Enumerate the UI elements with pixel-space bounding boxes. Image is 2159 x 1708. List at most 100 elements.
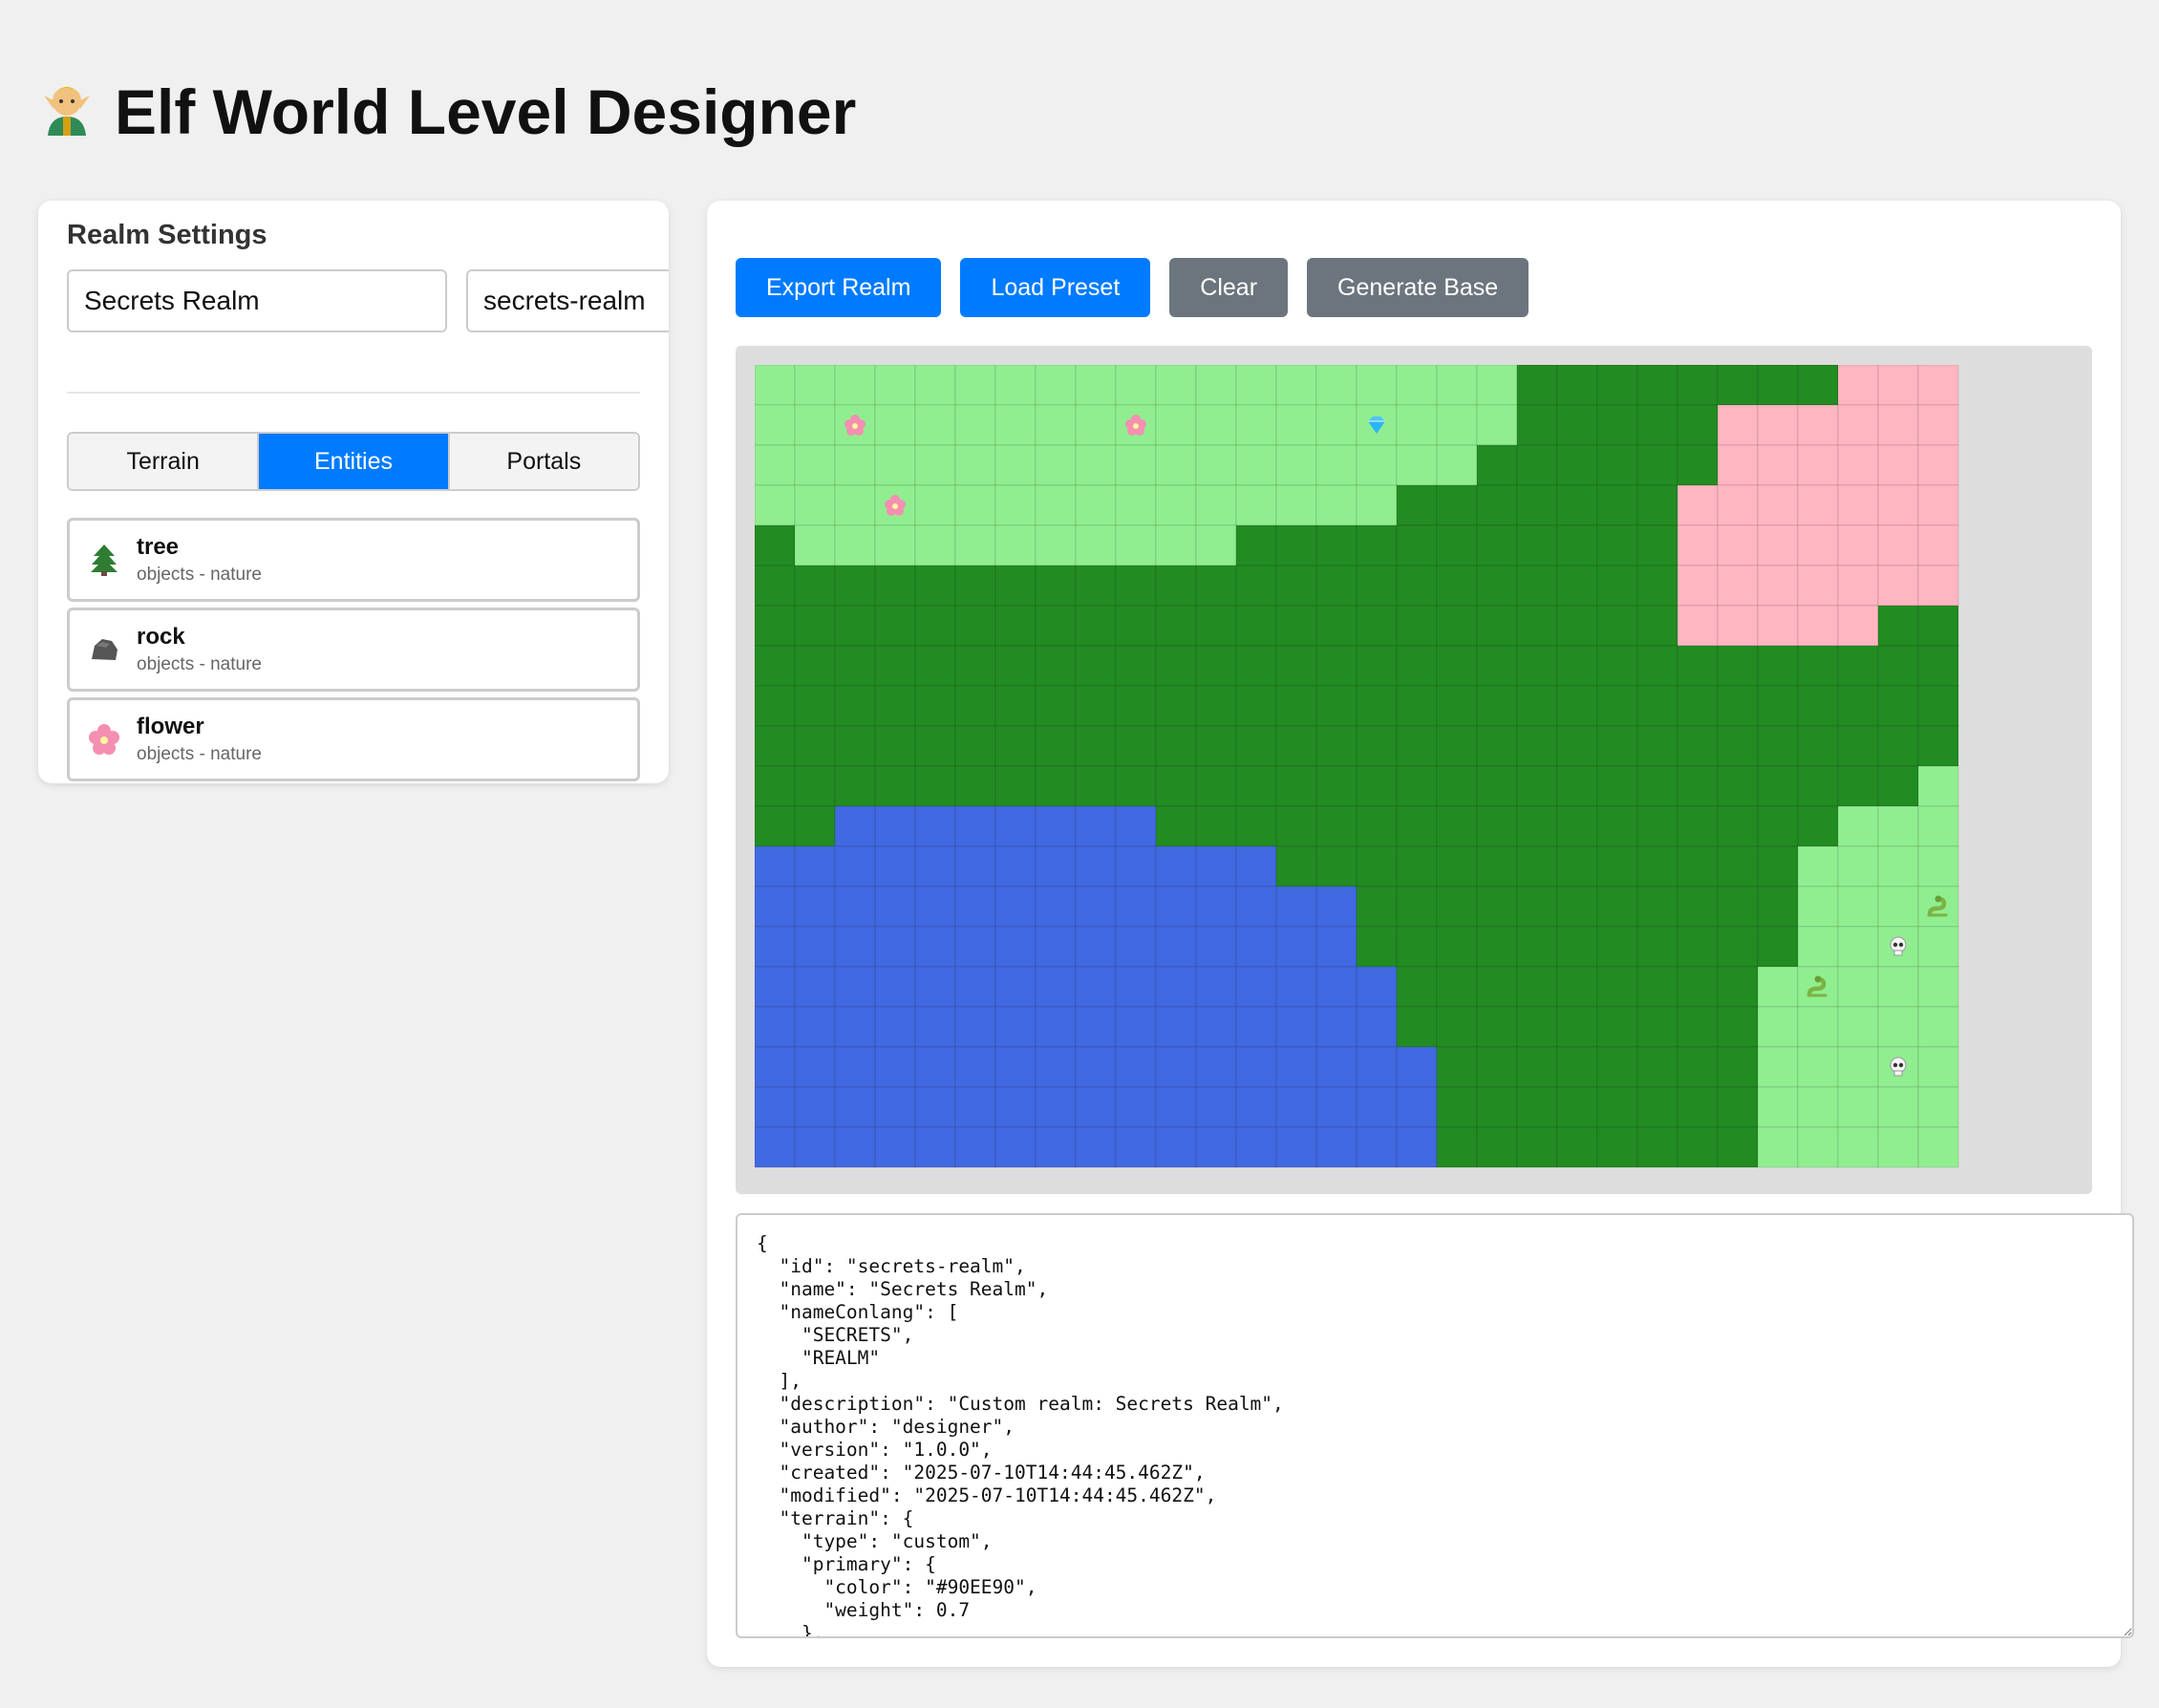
forest-tile[interactable] [1556,805,1598,847]
forest-tile[interactable] [1315,685,1357,727]
forest-tile[interactable] [1717,765,1759,807]
water-tile[interactable] [1235,845,1277,887]
forest-tile[interactable] [1757,805,1799,847]
forest-tile[interactable] [1917,605,1959,647]
water-tile[interactable] [794,1006,836,1048]
pink-tile[interactable] [1797,404,1839,446]
grass-tile[interactable] [834,444,876,486]
forest-tile[interactable] [1436,926,1478,968]
forest-tile[interactable] [1315,845,1357,887]
forest-tile[interactable] [1717,1006,1759,1048]
grass-tile[interactable] [755,444,796,486]
forest-tile[interactable] [1235,725,1277,767]
water-tile[interactable] [994,1086,1037,1128]
pink-tile[interactable] [1877,565,1919,607]
forest-tile[interactable] [1717,1126,1759,1168]
grass-tile[interactable] [1396,404,1438,446]
forest-tile[interactable] [1596,524,1638,566]
water-tile[interactable] [874,1086,916,1128]
forest-tile[interactable] [1757,645,1799,687]
forest-tile[interactable] [874,605,916,647]
water-tile[interactable] [1195,926,1237,968]
forest-tile[interactable] [1115,765,1157,807]
forest-tile[interactable] [834,685,876,727]
forest-tile[interactable] [914,685,956,727]
grass-tile[interactable] [1797,886,1839,928]
forest-tile[interactable] [1275,605,1317,647]
forest-tile[interactable] [1516,966,1558,1008]
pink-tile[interactable] [1797,444,1839,486]
water-tile[interactable] [1195,845,1237,887]
grass-tile[interactable] [1396,365,1438,406]
water-tile[interactable] [834,1086,876,1128]
forest-tile[interactable] [1917,685,1959,727]
grass-tile[interactable] [834,484,876,526]
grass-tile[interactable] [994,365,1037,406]
water-tile[interactable] [1155,926,1197,968]
pink-tile[interactable] [1677,605,1719,647]
forest-tile[interactable] [954,645,996,687]
forest-tile[interactable] [1315,725,1357,767]
forest-tile[interactable] [1476,444,1518,486]
forest-tile[interactable] [755,805,796,847]
water-tile[interactable] [1315,966,1357,1008]
grass-tile[interactable] [794,444,836,486]
water-tile[interactable] [1195,1086,1237,1128]
grass-tile[interactable] [1877,886,1919,928]
water-tile[interactable] [1115,926,1157,968]
grass-tile[interactable] [874,365,916,406]
forest-tile[interactable] [1636,685,1678,727]
water-tile[interactable] [1195,1046,1237,1088]
forest-tile[interactable] [874,765,916,807]
grass-tile[interactable] [1757,1126,1799,1168]
grass-tile[interactable] [1877,966,1919,1008]
water-tile[interactable] [994,805,1037,847]
forest-tile[interactable] [1476,1126,1518,1168]
forest-tile[interactable] [914,565,956,607]
forest-tile[interactable] [1476,1006,1518,1048]
forest-tile[interactable] [1275,565,1317,607]
water-tile[interactable] [914,1086,956,1128]
grass-tile[interactable] [1917,805,1959,847]
forest-tile[interactable] [914,765,956,807]
water-tile[interactable] [914,966,956,1008]
grass-tile[interactable] [1837,886,1879,928]
forest-tile[interactable] [1556,484,1598,526]
forest-tile[interactable] [1596,565,1638,607]
grass-tile[interactable] [1797,845,1839,887]
forest-tile[interactable] [1717,966,1759,1008]
water-tile[interactable] [755,886,796,928]
grass-tile[interactable] [1195,365,1237,406]
forest-tile[interactable] [1516,725,1558,767]
pink-tile[interactable] [1917,484,1959,526]
water-tile[interactable] [1075,1006,1117,1048]
forest-tile[interactable] [1877,725,1919,767]
forest-tile[interactable] [755,765,796,807]
forest-tile[interactable] [1356,765,1398,807]
forest-tile[interactable] [1195,605,1237,647]
forest-tile[interactable] [1516,805,1558,847]
forest-tile[interactable] [1396,685,1438,727]
forest-tile[interactable] [834,765,876,807]
forest-tile[interactable] [1516,444,1558,486]
forest-tile[interactable] [1356,524,1398,566]
water-tile[interactable] [1155,1126,1197,1168]
water-tile[interactable] [914,805,956,847]
forest-tile[interactable] [1677,1086,1719,1128]
grass-tile[interactable] [1917,765,1959,807]
forest-tile[interactable] [1797,725,1839,767]
water-tile[interactable] [994,1006,1037,1048]
grass-tile[interactable] [1797,1006,1839,1048]
forest-tile[interactable] [1556,404,1598,446]
forest-tile[interactable] [1235,645,1277,687]
forest-tile[interactable] [1155,805,1197,847]
forest-tile[interactable] [914,725,956,767]
forest-tile[interactable] [914,645,956,687]
generate-base-button[interactable]: Generate Base [1307,258,1529,317]
forest-tile[interactable] [1396,805,1438,847]
water-tile[interactable] [794,966,836,1008]
map-grid[interactable] [755,365,1960,1169]
forest-tile[interactable] [1356,645,1398,687]
grass-tile[interactable] [1035,444,1077,486]
water-tile[interactable] [1075,966,1117,1008]
